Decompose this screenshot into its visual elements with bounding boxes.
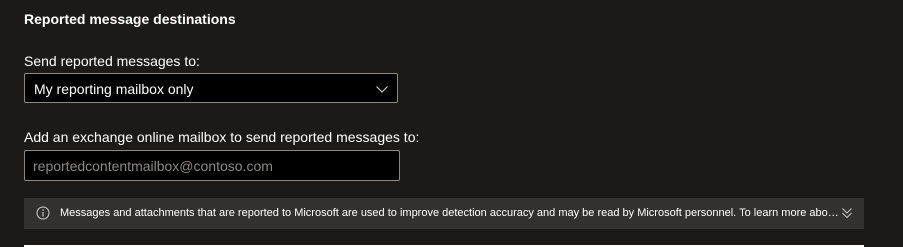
info-message-bar: Messages and attachments that are report… bbox=[24, 198, 864, 229]
info-icon bbox=[36, 206, 50, 220]
info-message-text: Messages and attachments that are report… bbox=[60, 207, 840, 219]
send-to-dropdown[interactable]: My reporting mailbox only bbox=[24, 73, 398, 103]
mailbox-input[interactable] bbox=[24, 150, 400, 181]
send-to-selected-value: My reporting mailbox only bbox=[34, 81, 194, 97]
send-to-label: Send reported messages to: bbox=[24, 53, 200, 69]
section-title: Reported message destinations bbox=[24, 11, 236, 27]
mailbox-label: Add an exchange online mailbox to send r… bbox=[24, 129, 420, 145]
chevron-down-icon bbox=[376, 86, 388, 93]
double-chevron-down-icon[interactable] bbox=[840, 206, 854, 220]
